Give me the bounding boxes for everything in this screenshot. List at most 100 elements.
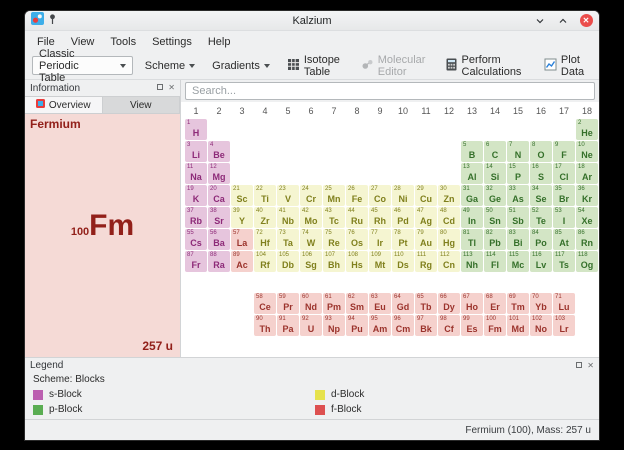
legend-float-button[interactable] xyxy=(576,362,582,370)
element-Po[interactable]: 84Po xyxy=(530,229,552,250)
element-Y[interactable]: 39Y xyxy=(231,207,253,228)
element-N[interactable]: 7N xyxy=(507,141,529,162)
element-Hs[interactable]: 108Hs xyxy=(346,251,368,272)
element-Ca[interactable]: 20Ca xyxy=(208,185,230,206)
element-No[interactable]: 102No xyxy=(530,315,552,336)
isotope-table-button[interactable]: Isotope Table xyxy=(282,51,349,81)
element-Pd[interactable]: 46Pd xyxy=(392,207,414,228)
gradients-button[interactable]: Gradients xyxy=(207,57,275,75)
element-He[interactable]: 2He xyxy=(576,119,598,140)
element-F[interactable]: 9F xyxy=(553,141,575,162)
element-Ra[interactable]: 88Ra xyxy=(208,251,230,272)
element-B[interactable]: 5B xyxy=(461,141,483,162)
minimize-button[interactable] xyxy=(533,14,547,28)
element-Cu[interactable]: 29Cu xyxy=(415,185,437,206)
element-Fm[interactable]: 100Fm xyxy=(484,315,506,336)
tab-view[interactable]: View xyxy=(103,97,181,113)
element-Rn[interactable]: 86Rn xyxy=(576,229,598,250)
search-input[interactable] xyxy=(185,82,595,100)
dock-close-button[interactable]: ✕ xyxy=(168,84,175,92)
element-Rh[interactable]: 45Rh xyxy=(369,207,391,228)
element-Rg[interactable]: 111Rg xyxy=(415,251,437,272)
element-Hf[interactable]: 72Hf xyxy=(254,229,276,250)
element-P[interactable]: 15P xyxy=(507,163,529,184)
element-Yb[interactable]: 70Yb xyxy=(530,293,552,314)
element-Pt[interactable]: 78Pt xyxy=(392,229,414,250)
element-Cd[interactable]: 48Cd xyxy=(438,207,460,228)
element-Ho[interactable]: 67Ho xyxy=(461,293,483,314)
element-Rb[interactable]: 37Rb xyxy=(185,207,207,228)
element-Ta[interactable]: 73Ta xyxy=(277,229,299,250)
element-Gd[interactable]: 64Gd xyxy=(392,293,414,314)
element-Li[interactable]: 3Li xyxy=(185,141,207,162)
element-Es[interactable]: 99Es xyxy=(461,315,483,336)
element-W[interactable]: 74W xyxy=(300,229,322,250)
element-Sb[interactable]: 51Sb xyxy=(507,207,529,228)
element-Zn[interactable]: 30Zn xyxy=(438,185,460,206)
table-type-select[interactable]: Classic Periodic Table xyxy=(32,56,133,75)
element-Tc[interactable]: 43Tc xyxy=(323,207,345,228)
element-Ar[interactable]: 18Ar xyxy=(576,163,598,184)
element-Lu[interactable]: 71Lu xyxy=(553,293,575,314)
element-Os[interactable]: 76Os xyxy=(346,229,368,250)
element-Pa[interactable]: 91Pa xyxy=(277,315,299,336)
element-Dy[interactable]: 66Dy xyxy=(438,293,460,314)
element-Md[interactable]: 101Md xyxy=(507,315,529,336)
element-Pu[interactable]: 94Pu xyxy=(346,315,368,336)
element-Tm[interactable]: 69Tm xyxy=(507,293,529,314)
element-Re[interactable]: 75Re xyxy=(323,229,345,250)
element-Bk[interactable]: 97Bk xyxy=(415,315,437,336)
element-S[interactable]: 16S xyxy=(530,163,552,184)
element-Zr[interactable]: 40Zr xyxy=(254,207,276,228)
element-In[interactable]: 49In xyxy=(461,207,483,228)
element-Db[interactable]: 105Db xyxy=(277,251,299,272)
element-Mt[interactable]: 109Mt xyxy=(369,251,391,272)
element-Pm[interactable]: 61Pm xyxy=(323,293,345,314)
element-Bh[interactable]: 107Bh xyxy=(323,251,345,272)
element-Cn[interactable]: 112Cn xyxy=(438,251,460,272)
element-Au[interactable]: 79Au xyxy=(415,229,437,250)
element-Ru[interactable]: 44Ru xyxy=(346,207,368,228)
element-Si[interactable]: 14Si xyxy=(484,163,506,184)
element-Ds[interactable]: 110Ds xyxy=(392,251,414,272)
element-Th[interactable]: 90Th xyxy=(254,315,276,336)
legend-close-button[interactable]: ✕ xyxy=(587,362,594,370)
element-V[interactable]: 23V xyxy=(277,185,299,206)
element-Ce[interactable]: 58Ce xyxy=(254,293,276,314)
element-O[interactable]: 8O xyxy=(530,141,552,162)
element-Cl[interactable]: 17Cl xyxy=(553,163,575,184)
element-As[interactable]: 33As xyxy=(507,185,529,206)
element-Cs[interactable]: 55Cs xyxy=(185,229,207,250)
element-Nh[interactable]: 113Nh xyxy=(461,251,483,272)
element-I[interactable]: 53I xyxy=(553,207,575,228)
element-Mg[interactable]: 12Mg xyxy=(208,163,230,184)
element-Ti[interactable]: 22Ti xyxy=(254,185,276,206)
element-La[interactable]: 57La xyxy=(231,229,253,250)
element-Bi[interactable]: 83Bi xyxy=(507,229,529,250)
element-C[interactable]: 6C xyxy=(484,141,506,162)
element-Fe[interactable]: 26Fe xyxy=(346,185,368,206)
element-Og[interactable]: 118Og xyxy=(576,251,598,272)
element-At[interactable]: 85At xyxy=(553,229,575,250)
element-Er[interactable]: 68Er xyxy=(484,293,506,314)
element-Sr[interactable]: 38Sr xyxy=(208,207,230,228)
maximize-button[interactable] xyxy=(556,14,570,28)
dock-float-button[interactable] xyxy=(157,84,163,92)
element-Nd[interactable]: 60Nd xyxy=(300,293,322,314)
element-Kr[interactable]: 36Kr xyxy=(576,185,598,206)
element-Br[interactable]: 35Br xyxy=(553,185,575,206)
element-Pr[interactable]: 59Pr xyxy=(277,293,299,314)
element-Be[interactable]: 4Be xyxy=(208,141,230,162)
perform-calculations-button[interactable]: Perform Calculations xyxy=(440,51,532,81)
element-Sm[interactable]: 62Sm xyxy=(346,293,368,314)
element-Nb[interactable]: 41Nb xyxy=(277,207,299,228)
element-Fl[interactable]: 114Fl xyxy=(484,251,506,272)
element-Ac[interactable]: 89Ac xyxy=(231,251,253,272)
element-Te[interactable]: 52Te xyxy=(530,207,552,228)
element-Se[interactable]: 34Se xyxy=(530,185,552,206)
plot-data-button[interactable]: Plot Data xyxy=(539,51,592,81)
element-Rf[interactable]: 104Rf xyxy=(254,251,276,272)
element-Sn[interactable]: 50Sn xyxy=(484,207,506,228)
element-Mo[interactable]: 42Mo xyxy=(300,207,322,228)
element-Ge[interactable]: 32Ge xyxy=(484,185,506,206)
